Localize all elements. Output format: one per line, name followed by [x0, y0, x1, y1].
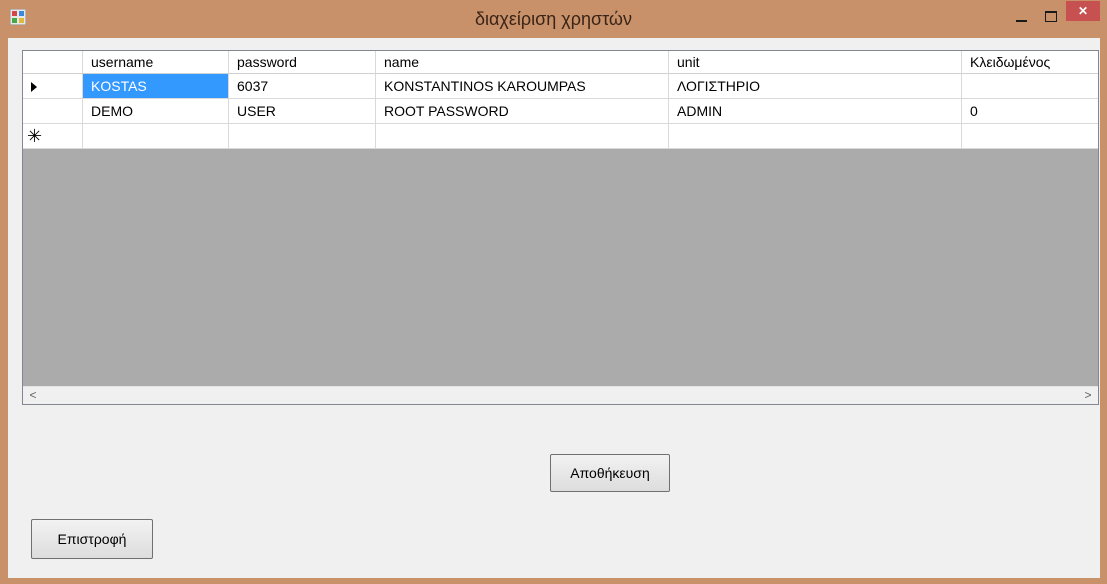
grid-header-row: username password name unit Κλειδωμένος: [23, 51, 1098, 74]
table-row[interactable]: DEMO USER ROOT PASSWORD ADMIN 0: [23, 99, 1098, 124]
cell-name[interactable]: ROOT PASSWORD: [376, 99, 669, 124]
cell-password[interactable]: [229, 124, 376, 149]
row-header[interactable]: [23, 99, 83, 124]
scroll-left-icon[interactable]: <: [27, 387, 39, 404]
cell-password[interactable]: USER: [229, 99, 376, 124]
cell-unit[interactable]: [669, 124, 962, 149]
column-header-name[interactable]: name: [376, 51, 669, 74]
new-row-asterisk-icon: ✳: [27, 126, 43, 146]
scroll-right-icon[interactable]: >: [1082, 387, 1094, 404]
table-row[interactable]: KOSTAS 6037 KONSTANTINOS KAROUMPAS ΛΟΓΙΣ…: [23, 74, 1098, 99]
column-header-unit[interactable]: unit: [669, 51, 962, 74]
column-header-password[interactable]: password: [229, 51, 376, 74]
cell-unit[interactable]: ΛΟΓΙΣΤΗΡΙΟ: [669, 74, 962, 99]
cell-name[interactable]: KONSTANTINOS KAROUMPAS: [376, 74, 669, 99]
cell-name[interactable]: [376, 124, 669, 149]
title-bar[interactable]: διαχείριση χρηστών ✕: [0, 0, 1107, 38]
cell-username[interactable]: KOSTAS: [83, 74, 229, 99]
current-row-arrow-icon: [31, 82, 37, 92]
row-header[interactable]: ✳: [23, 124, 83, 149]
users-grid[interactable]: username password name unit Κλειδωμένος …: [22, 50, 1099, 405]
cell-locked[interactable]: [962, 74, 1098, 99]
maximize-button[interactable]: [1038, 7, 1064, 27]
new-row[interactable]: ✳: [23, 124, 1098, 149]
row-header[interactable]: [23, 74, 83, 99]
minimize-button[interactable]: [1008, 7, 1034, 27]
cell-locked[interactable]: [962, 124, 1098, 149]
column-header-username[interactable]: username: [83, 51, 229, 74]
cell-username[interactable]: [83, 124, 229, 149]
cell-unit[interactable]: ADMIN: [669, 99, 962, 124]
close-button[interactable]: ✕: [1066, 1, 1100, 21]
column-header-locked[interactable]: Κλειδωμένος: [962, 51, 1098, 74]
form-client-area: username password name unit Κλειδωμένος …: [8, 38, 1100, 578]
cell-locked[interactable]: 0: [962, 99, 1098, 124]
horizontal-scrollbar[interactable]: < >: [23, 386, 1098, 404]
app-window: διαχείριση χρηστών ✕ username password n…: [0, 0, 1107, 584]
cell-password[interactable]: 6037: [229, 74, 376, 99]
save-button[interactable]: Αποθήκευση: [550, 454, 670, 492]
back-button[interactable]: Επιστροφή: [31, 519, 153, 559]
cell-username[interactable]: DEMO: [83, 99, 229, 124]
grid-corner-header[interactable]: [23, 51, 83, 74]
window-title: διαχείριση χρηστών: [475, 9, 632, 29]
